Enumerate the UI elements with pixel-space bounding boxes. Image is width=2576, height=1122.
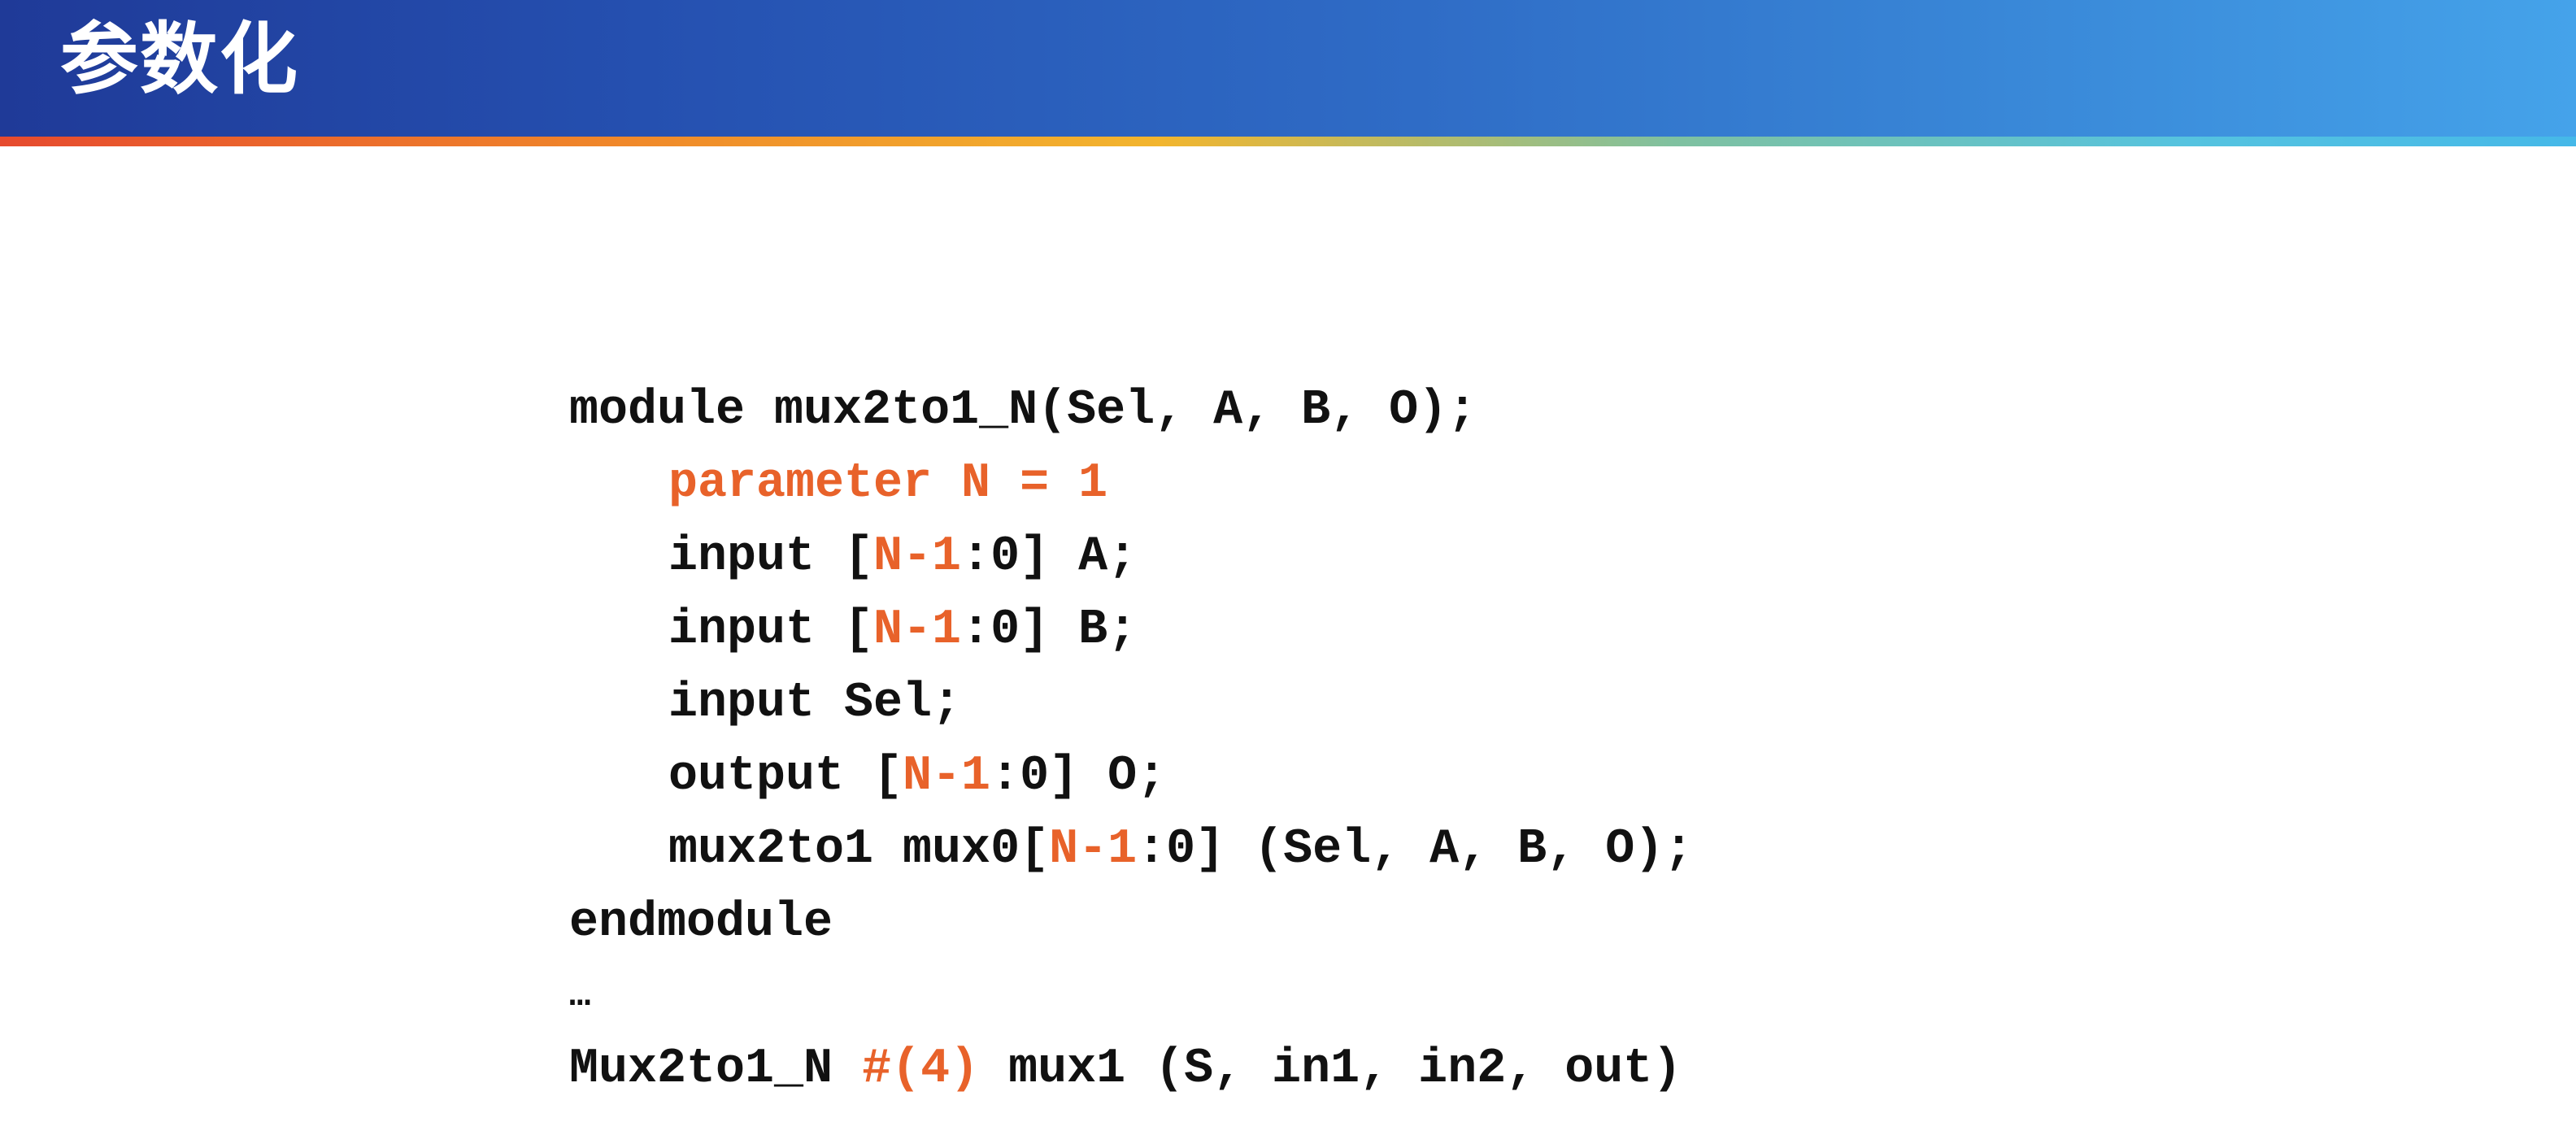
code-line-ellipsis: … [569, 976, 591, 1016]
code-line-input-a: input [N-1:0] A; [569, 520, 1693, 594]
code-line-parameter: parameter N = 1 [668, 456, 1108, 511]
code-highlight: N-1 [1049, 822, 1138, 877]
code-highlight: #(4) [862, 1042, 980, 1097]
code-line-input-b: input [N-1:0] B; [569, 594, 1693, 667]
code-text: input [ [668, 602, 874, 658]
title-bar: 参数化 [0, 0, 2576, 137]
code-text: Mux2to1_N [569, 1042, 863, 1097]
code-line-input-sel: input Sel; [668, 676, 962, 731]
code-highlight: N-1 [873, 529, 962, 585]
code-text: mux1 (S, in1, in2, out) [979, 1042, 1682, 1097]
code-text: :0] (Sel, A, B, O); [1137, 822, 1694, 877]
code-block: module mux2to1_N(Sel, A, B, O); paramete… [569, 374, 1693, 1106]
code-line-usage: Mux2to1_N #(4) mux1 (S, in1, in2, out) [569, 1033, 1693, 1106]
code-highlight: N-1 [903, 749, 991, 804]
code-text: output [ [668, 749, 903, 804]
accent-divider [0, 137, 2576, 146]
code-line-instance: mux2to1 mux0[N-1:0] (Sel, A, B, O); [569, 813, 1693, 886]
code-line-endmodule: endmodule [569, 895, 833, 950]
code-text: input [ [668, 529, 874, 585]
code-text: :0] B; [961, 602, 1138, 658]
code-text: :0] A; [961, 529, 1138, 585]
slide: 参数化 module mux2to1_N(Sel, A, B, O); para… [0, 0, 2576, 1122]
code-line-module: module mux2to1_N(Sel, A, B, O); [569, 383, 1477, 438]
code-highlight: N-1 [873, 602, 962, 658]
slide-title: 参数化 [60, 14, 299, 105]
code-text: mux2to1 mux0[ [668, 822, 1050, 877]
code-text: :0] O; [990, 749, 1167, 804]
code-line-output-o: output [N-1:0] O; [569, 740, 1693, 813]
